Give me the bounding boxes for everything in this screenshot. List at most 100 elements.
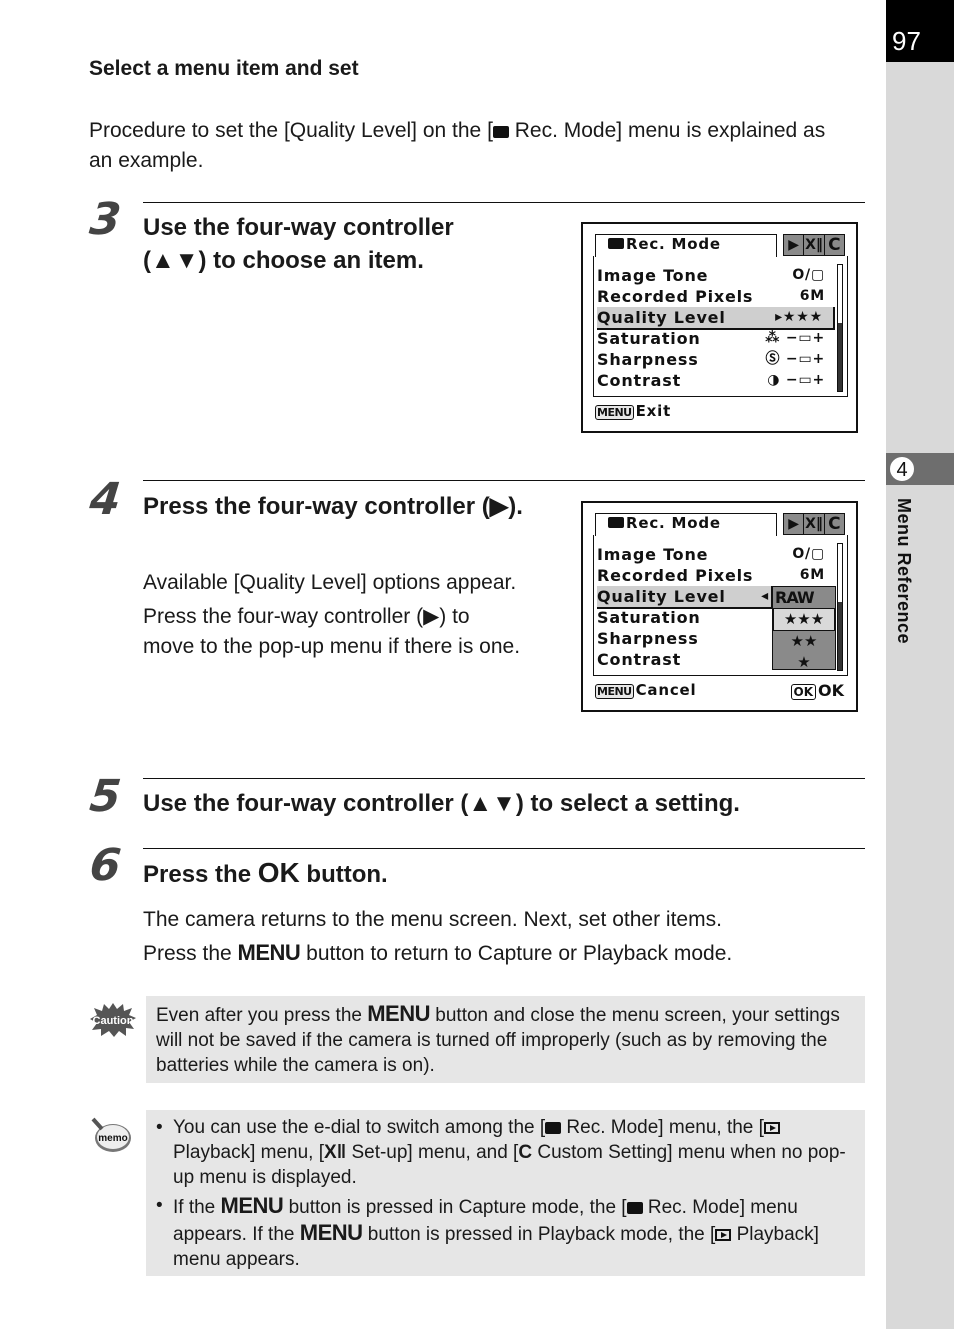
memo-text: Playback] menu, [ [173,1142,325,1163]
setup-tab-icon: X‖ [805,235,825,255]
menu-item-quality-level: Quality Level ◂ [597,586,773,609]
popup-option-raw: RAW [775,588,815,607]
step-number-3: 3 [87,194,122,245]
step-4-body: Available [Quality Level] options appear… [143,568,523,666]
item-label: Contrast [597,371,682,390]
section-heading: Select a menu item and set [89,57,359,80]
intro-text: Procedure to set the [Quality Level] on … [89,119,493,142]
sharpness-slider-icon: Ⓢ −▭+ [765,351,825,367]
menu-button-glyph: MENU [367,1001,431,1026]
menu-button-glyph: MENU [220,1193,284,1218]
left-arrow-icon: ◂ [761,588,769,604]
footer-label: Exit [635,402,672,420]
popup-option-3-stars: ★★★ [773,608,835,631]
step-number-6: 6 [87,840,122,891]
custom-setting-icon: C [518,1142,533,1163]
menu-item-contrast: Contrast ◑ −▭+ [597,370,835,391]
chapter-title: Menu Reference [894,498,914,645]
playback-tab-icon: ▶ [784,235,805,255]
memo-text: Rec. Mode] menu, the [ [561,1117,764,1138]
step-5-heading: Use the four-way controller (▲▼) to sele… [143,790,740,817]
item-label: Image Tone [597,266,709,285]
item-label: Saturation [597,329,701,348]
scrollbar [837,264,843,392]
menu-item-sharpness: Sharpness Ⓢ −▭+ [597,349,835,370]
scrollbar-thumb [838,602,842,670]
scrollbar [837,543,843,671]
step-6-body: The camera returns to the menu screen. N… [143,903,863,970]
item-label: Recorded Pixels [597,566,754,585]
step-3-heading: Use the four-way controller (▲▼) to choo… [143,214,454,274]
setup-tab-icon: X‖ [805,514,825,534]
menu-key-icon: MENU [595,405,634,420]
playback-icon [763,1122,780,1134]
chapter-sidebar [886,0,954,1329]
quality-popup-menu: RAW ★★★ ★★ ★ [772,586,836,671]
footer-label: Cancel [635,681,697,699]
ok-label: OK [818,681,844,700]
item-label: Contrast [597,650,682,669]
pixels-icon: 6M [799,288,825,304]
memo-item: You can use the e-dial to switch among t… [156,1115,853,1190]
body-text: Press the [143,942,238,965]
tab-title: Rec. Mode [626,514,721,532]
heading-text: button. [299,861,388,888]
caution-note: Even after you press the MENU button and… [146,996,865,1083]
step-divider [143,202,865,203]
menu-item-saturation: Saturation ⁂ −▭+ [597,328,835,349]
custom-tab-icon: C [828,514,841,534]
menu-button-glyph: MENU [299,1220,363,1245]
step-4-heading: Press the four-way controller (▶). [143,493,523,520]
rec-mode-tab: Rec. Mode [595,513,777,536]
camera-icon [608,238,624,249]
svg-text:memo: memo [98,1133,127,1144]
menu-panel: Image Tone O/▢ Recorded Pixels 6M Quality … [593,256,848,397]
memo-text: If the [173,1197,221,1218]
tab-title: Rec. Mode [626,235,721,253]
step-divider [143,848,865,849]
step-6-heading: Press the OK button. [143,856,843,891]
memo-list: You can use the e-dial to switch among t… [156,1115,853,1272]
playback-icon [715,1229,732,1241]
item-label: Quality Level [597,587,726,606]
page-number-box: 97 [886,0,954,62]
camera-icon [492,126,509,138]
popup-option-1-star: ★ [797,653,811,671]
camera-icon [545,1122,562,1134]
memo-text: button is pressed in Playback mode, the … [362,1224,716,1245]
item-label: Sharpness [597,629,699,648]
memo-text: You can use the e-dial to switch among t… [173,1117,546,1138]
image-tone-icon: O/▢ [792,267,825,283]
memo-item: If the MENU button is pressed in Capture… [156,1193,853,1272]
step-4-text: Press the four-way controller (▶) to mov… [143,605,521,658]
caution-text: Even after you press the [156,1005,368,1026]
ok-key-icon: OK [790,684,816,700]
quality-stars: ▸★★★ [775,309,823,325]
item-label: Image Tone [597,545,709,564]
image-tone-icon: O/▢ [792,546,825,562]
playback-tab-icon: ▶ [784,514,805,534]
camera-menu-screen-1: Rec. Mode ▶ X‖ C Image Tone O/▢ Recorded … [581,222,858,433]
camera-icon [626,1202,643,1214]
menu-tabs: ▶ X‖ C [783,513,845,535]
footer-ok: OK OK [790,681,844,700]
saturation-slider-icon: ⁂ −▭+ [765,330,825,346]
step-number-4: 4 [87,474,122,525]
footer: MENU Exit [595,402,671,420]
setup-icon: X‖ [324,1142,347,1163]
menu-tabs: ▶ X‖ C [783,234,845,256]
popup-option-2-stars: ★★ [790,632,818,650]
caution-icon: Caution [90,1003,136,1037]
camera-menu-screen-2: Rec. Mode ▶ X‖ C Image Tone O/▢ Recorded … [581,501,858,712]
step-divider [143,480,865,481]
ok-button-glyph: OK [257,857,300,888]
memo-note: You can use the e-dial to switch among t… [146,1110,865,1276]
contrast-slider-icon: ◑ −▭+ [767,372,825,388]
page-number: 97 [892,26,921,56]
memo-text: button is pressed in Capture mode, the [ [283,1197,627,1218]
footer: MENU Cancel [595,681,696,699]
step-6-text: Press the MENU button to return to Captu… [143,936,863,970]
step-6-text: The camera returns to the menu screen. N… [143,908,722,931]
intro-paragraph: Procedure to set the [Quality Level] on … [89,116,849,176]
body-text: button to return to Capture or Playback … [300,942,733,965]
